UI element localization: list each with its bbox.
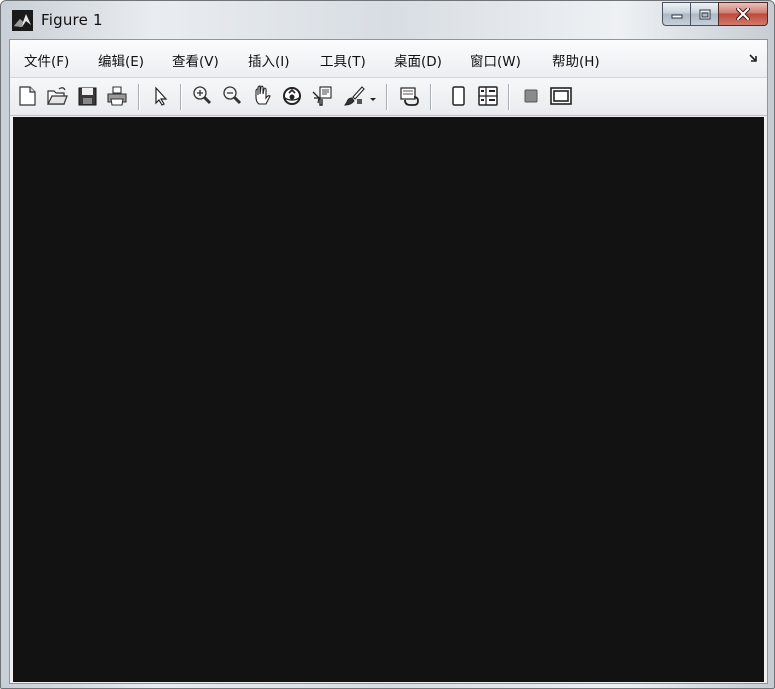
new-figure-button[interactable] <box>15 84 39 108</box>
menu-insert[interactable]: 插入(I) <box>248 50 290 70</box>
caption-buttons <box>662 2 768 26</box>
figure-window: Figure 1 文件(F) 编辑(E) 查看(V) 插入(I) 工具(T) 桌… <box>0 0 775 689</box>
menu-help[interactable]: 帮助(H) <box>552 50 600 70</box>
rotate-3d-icon <box>283 87 301 105</box>
print-button[interactable] <box>105 84 129 108</box>
hide-plot-tools-icon <box>452 86 465 106</box>
edit-plot-button[interactable] <box>148 84 172 108</box>
title-bar[interactable]: Figure 1 <box>1 1 774 39</box>
close-button[interactable] <box>718 2 768 26</box>
edit-plot-arrow-icon <box>155 86 168 106</box>
menu-view[interactable]: 查看(V) <box>172 50 219 70</box>
pan-hand-icon <box>255 85 271 105</box>
maximize-icon <box>699 9 710 19</box>
zoom-out-button[interactable] <box>220 84 244 108</box>
maximize-button[interactable] <box>690 2 718 26</box>
menu-window[interactable]: 窗口(W) <box>470 50 521 70</box>
brush-dropdown-button[interactable] <box>368 84 378 108</box>
minimize-icon <box>671 14 682 19</box>
print-icon <box>107 86 127 106</box>
show-plot-tools-icon <box>478 86 498 106</box>
menu-file[interactable]: 文件(F) <box>24 50 69 70</box>
toolbar-separator <box>508 84 510 110</box>
figure-canvas[interactable] <box>13 117 764 682</box>
zoom-in-icon <box>193 86 212 105</box>
figure-toolbar <box>10 78 767 116</box>
chevron-down-icon <box>370 98 376 101</box>
show-plot-tools-button[interactable] <box>476 84 500 108</box>
toolbar-separator <box>386 84 388 110</box>
save-button[interactable] <box>75 84 99 108</box>
close-icon <box>736 8 750 20</box>
insert-colorbar-icon <box>524 89 538 103</box>
toolbar-separator <box>138 84 140 110</box>
brush-button[interactable] <box>342 84 366 108</box>
hide-plot-tools-button[interactable] <box>446 84 470 108</box>
pan-button[interactable] <box>250 84 274 108</box>
link-plot-icon <box>400 87 419 106</box>
insert-legend-button[interactable] <box>549 84 573 108</box>
menu-bar: 文件(F) 编辑(E) 查看(V) 插入(I) 工具(T) 桌面(D) 窗口(W… <box>10 40 767 78</box>
figure-client-area: 文件(F) 编辑(E) 查看(V) 插入(I) 工具(T) 桌面(D) 窗口(W… <box>9 39 768 684</box>
zoom-out-icon <box>223 86 242 105</box>
matlab-app-icon <box>12 10 33 31</box>
minimize-button[interactable] <box>662 2 690 26</box>
insert-colorbar-button[interactable] <box>519 84 543 108</box>
toolbar-separator <box>180 84 182 110</box>
open-file-icon <box>47 87 68 105</box>
menu-desktop[interactable]: 桌面(D) <box>394 50 442 70</box>
menu-edit[interactable]: 编辑(E) <box>98 50 144 70</box>
insert-legend-icon <box>550 87 572 105</box>
save-icon <box>78 87 97 106</box>
toolbar-separator <box>430 84 432 110</box>
window-title: Figure 1 <box>41 11 103 29</box>
data-cursor-icon <box>312 86 332 106</box>
zoom-in-button[interactable] <box>190 84 214 108</box>
open-file-button[interactable] <box>45 84 69 108</box>
data-cursor-button[interactable] <box>310 84 334 108</box>
rotate-3d-button[interactable] <box>280 84 304 108</box>
dock-arrow-icon[interactable] <box>749 53 759 63</box>
link-plot-button[interactable] <box>397 84 421 108</box>
new-figure-icon <box>19 86 36 106</box>
menu-tools[interactable]: 工具(T) <box>320 50 366 70</box>
brush-icon <box>344 86 365 106</box>
